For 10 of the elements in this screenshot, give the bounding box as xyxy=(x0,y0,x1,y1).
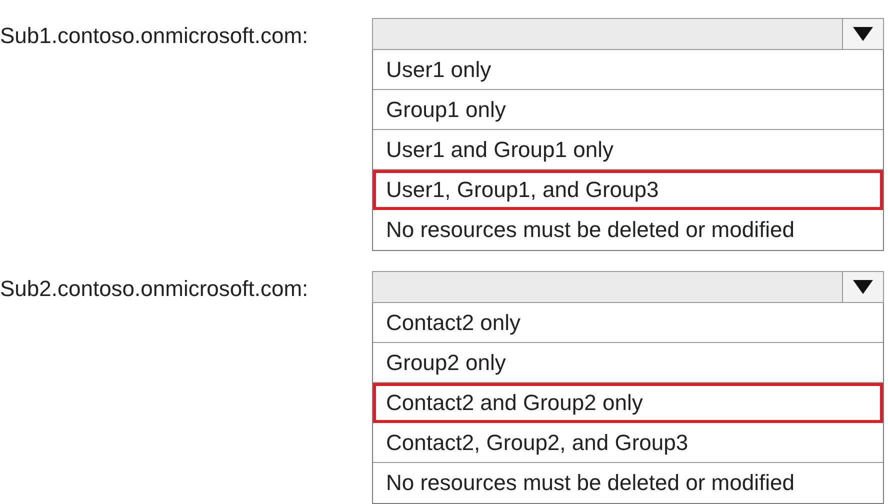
dropdown-arrow-button[interactable] xyxy=(842,19,883,49)
question-label: Sub2.contoso.onmicrosoft.com: xyxy=(0,276,310,302)
caret-icon xyxy=(853,27,873,41)
dropdown-field[interactable] xyxy=(372,18,884,50)
dropdown-arrow-button[interactable] xyxy=(842,272,883,302)
dropdown-field[interactable] xyxy=(372,271,884,303)
dropdown-option[interactable]: User1, Group1, and Group3 xyxy=(373,170,883,210)
caret-icon xyxy=(853,280,873,294)
question-label: Sub1.contoso.onmicrosoft.com: xyxy=(0,23,310,49)
dropdown-option[interactable]: Contact2 and Group2 only xyxy=(373,383,883,423)
